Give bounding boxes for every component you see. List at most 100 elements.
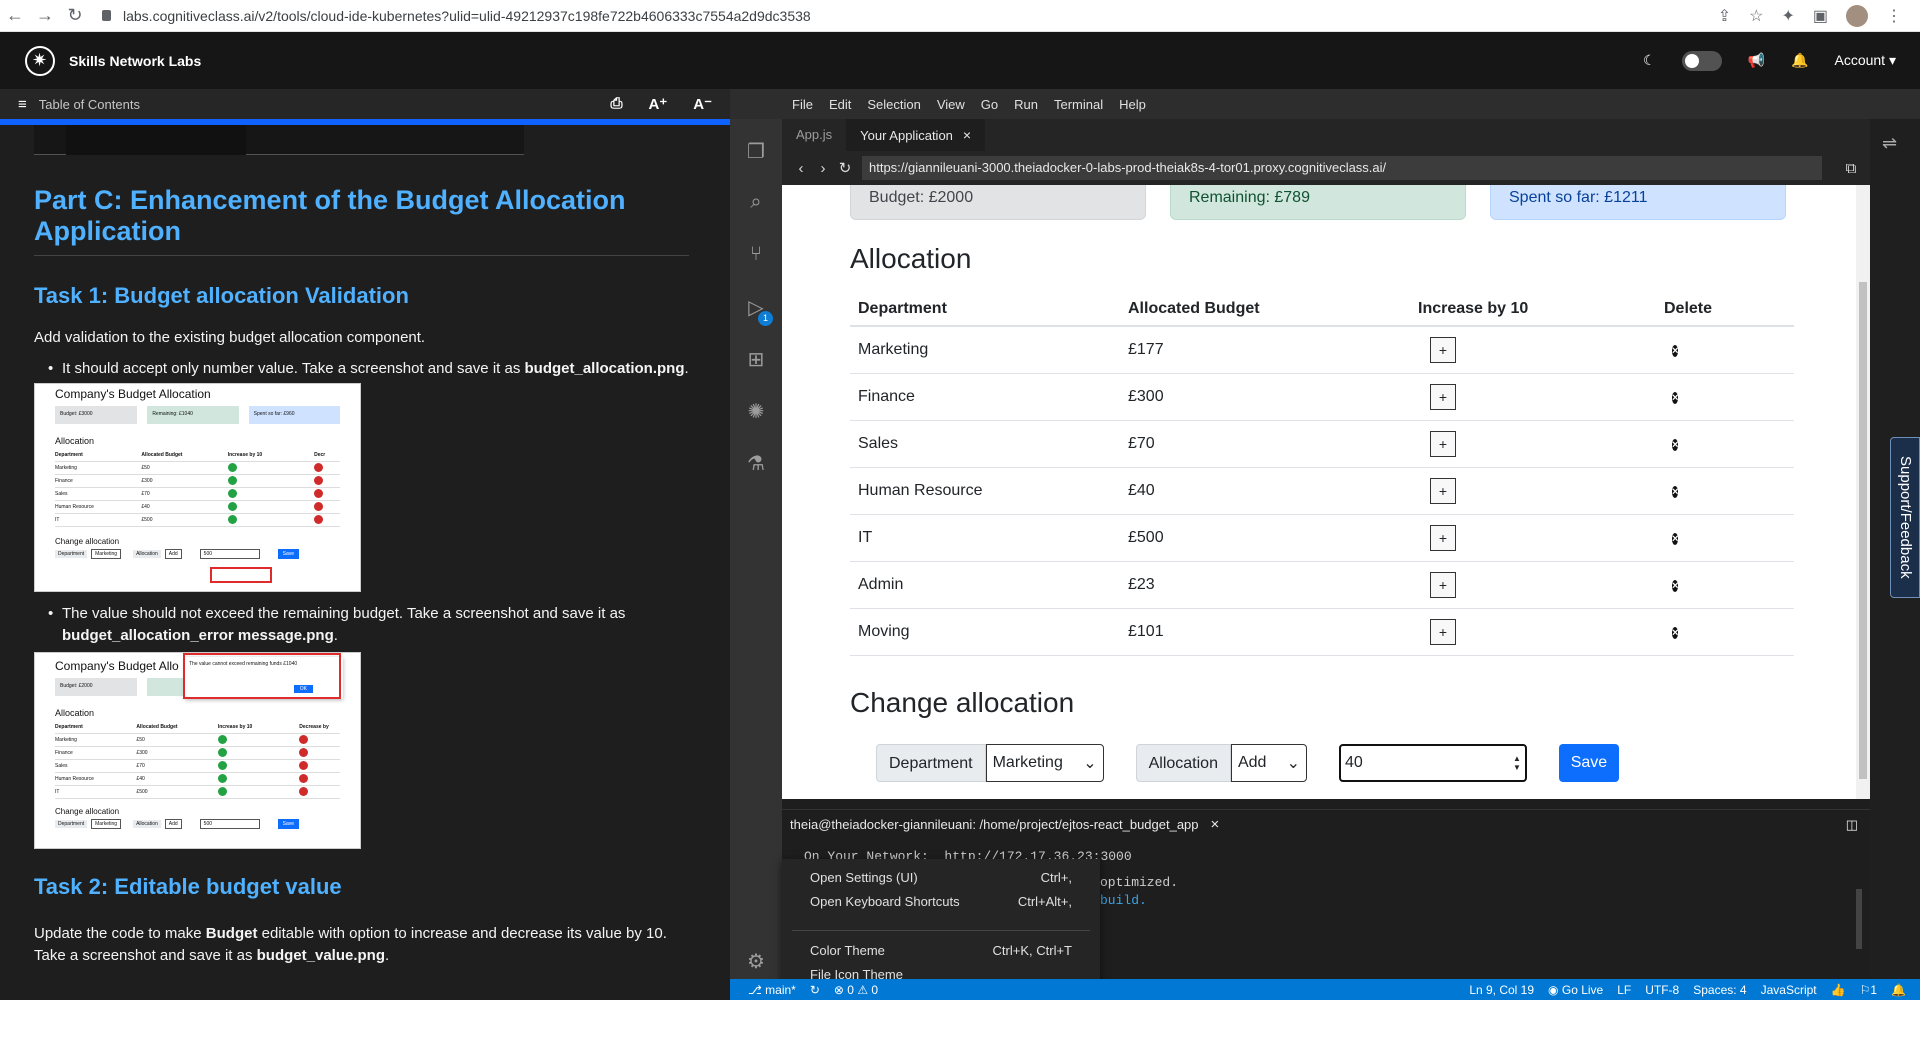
delete-x-icon[interactable]: × [1672,345,1679,357]
maximize-panel-icon[interactable]: ◫ [1846,817,1858,833]
profile-avatar[interactable] [1846,4,1868,27]
sidepanel-icon[interactable]: ▣ [1813,6,1828,26]
sync-icon[interactable]: ↻ [810,983,820,997]
menu-edit[interactable]: Edit [829,97,851,112]
bookmark-star-icon[interactable]: ☆ [1749,6,1763,26]
tab-app-js[interactable]: App.js [782,119,846,151]
thumb2-alloc-label: Allocation [133,820,161,828]
preview-reload-icon[interactable]: ↻ [834,159,856,177]
minus-circle-icon [314,514,324,524]
menu-item-keyboard-shortcuts[interactable]: Open Keyboard Shortcuts Ctrl+Alt+, [810,894,1072,909]
menu-file[interactable]: File [792,97,813,112]
menu-run[interactable]: Run [1014,97,1038,112]
bell-icon[interactable]: 🔔 [1891,983,1906,997]
extensions-icon[interactable]: ✦ [1781,6,1794,26]
allocation-type-select[interactable]: Add ⌄ [1230,744,1307,782]
back-icon[interactable]: ← [0,5,30,26]
thumb2-row-dept: Human Resource [55,776,94,782]
share-icon[interactable]: ⇪ [1718,6,1731,26]
hamburger-icon[interactable]: ≡ [18,96,27,113]
terminal-scrollbar[interactable] [1856,889,1862,949]
delete-x-icon[interactable]: × [1672,392,1679,404]
amount-input[interactable]: 40 ▲ ▼ [1338,744,1527,782]
table-row: IT £500 + × [850,515,1794,562]
screenshot-thumbnail-2: Company's Budget Allo Budget: £2000 The … [34,652,361,849]
increase-button[interactable]: + [1430,478,1456,504]
menu-selection[interactable]: Selection [867,97,920,112]
increase-button[interactable]: + [1430,337,1456,363]
bell-icon[interactable]: 🔔 [1791,52,1808,69]
toc-label[interactable]: Table of Contents [39,97,140,112]
thumb1-amount-input: 500 [199,549,260,559]
table-row: Marketing £177 + × [850,327,1794,374]
menu-item-open-settings[interactable]: Open Settings (UI) Ctrl+, [810,870,1072,885]
font-decrease-button[interactable]: A⁻ [693,95,712,113]
close-icon[interactable]: × [963,127,971,143]
notification-count[interactable]: ⚐1 [1860,983,1877,997]
announcement-icon[interactable]: 📢 [1748,52,1765,69]
thumbs-up-icon[interactable]: 👍 [1831,983,1846,997]
preview-url-input[interactable]: https://giannileuani-3000.theiadocker-0-… [862,156,1822,180]
budget-box: Budget: £2000 [850,185,1146,220]
preview-back-icon[interactable]: ‹ [790,160,812,177]
address-bar[interactable]: labs.cognitiveclass.ai/v2/tools/cloud-id… [102,8,811,24]
increase-button[interactable]: + [1430,525,1456,551]
save-button[interactable]: Save [1558,744,1619,782]
settings-gear-icon[interactable]: ⚙ [743,949,769,975]
plus-circle-icon [217,786,227,796]
support-feedback-tab[interactable]: Support/Feedback [1890,437,1920,598]
menu-help[interactable]: Help [1119,97,1146,112]
close-icon[interactable]: × [1211,816,1220,833]
thumb1-title: Company's Budget Allocation [55,387,211,401]
row-amount: £23 [1128,576,1155,593]
open-external-icon[interactable]: ⧉ [1840,160,1862,177]
department-select[interactable]: Marketing ⌄ [985,744,1104,782]
terminal-tab[interactable]: theia@theiadocker-giannileuani: /home/pr… [782,809,1870,839]
reload-icon[interactable]: ↻ [60,5,90,26]
encoding-status[interactable]: UTF-8 [1645,983,1679,997]
menu-separator [792,930,1090,931]
preview-forward-icon[interactable]: › [812,160,834,177]
theia-ide: File Edit Selection View Go Run Terminal… [730,89,1920,1000]
menu-go[interactable]: Go [981,97,998,112]
col-increase: Increase by 10 [1418,300,1529,317]
increase-button[interactable]: + [1430,384,1456,410]
source-control-icon[interactable]: ⑂ [743,243,769,269]
more-menu-icon[interactable]: ⋮ [1886,6,1902,26]
extensions-icon[interactable]: ⊞ [743,347,769,373]
menu-terminal[interactable]: Terminal [1054,97,1103,112]
increase-button[interactable]: + [1430,619,1456,645]
theme-toggle[interactable] [1681,50,1722,71]
forward-icon[interactable]: → [30,5,60,26]
outline-icon[interactable]: ⇌ [1882,133,1897,154]
delete-x-icon[interactable]: × [1672,580,1679,592]
plus-circle-icon [217,760,227,770]
indent-status[interactable]: Spaces: 4 [1693,983,1746,997]
menu-item-color-theme[interactable]: Color Theme Ctrl+K, Ctrl+T [810,943,1072,958]
tab-your-application[interactable]: Your Application × [846,119,986,151]
minus-circle-icon [299,786,309,796]
delete-x-icon[interactable]: × [1672,486,1679,498]
spinner-icon[interactable]: ▲ ▼ [1513,754,1521,772]
increase-button[interactable]: + [1430,572,1456,598]
preview-scrollbar[interactable] [1856,185,1870,799]
thumb2-row-amount: £50 [136,737,145,743]
menu-view[interactable]: View [937,97,965,112]
problems-status[interactable]: ⊗ 0 ⚠ 0 [834,983,878,997]
flask-icon[interactable]: ⚗ [743,451,769,477]
increase-button[interactable]: + [1430,431,1456,457]
font-increase-button[interactable]: A⁺ [649,95,668,113]
search-icon[interactable]: ⌕ [743,191,769,217]
language-status[interactable]: JavaScript [1761,983,1817,997]
branch-status[interactable]: ⎇ main* [748,983,796,997]
cursor-position[interactable]: Ln 9, Col 19 [1469,983,1534,997]
delete-x-icon[interactable]: × [1672,627,1679,639]
go-live-button[interactable]: ◉ Go Live [1548,983,1603,997]
delete-x-icon[interactable]: × [1672,533,1679,545]
delete-x-icon[interactable]: × [1672,439,1679,451]
print-icon[interactable]: ⎙ [610,95,622,113]
eol-status[interactable]: LF [1617,983,1631,997]
explorer-icon[interactable]: ❐ [743,139,769,165]
account-menu[interactable]: Account ▾ [1834,52,1896,69]
skills-network-toolbox-icon[interactable]: ✺ [743,399,769,425]
